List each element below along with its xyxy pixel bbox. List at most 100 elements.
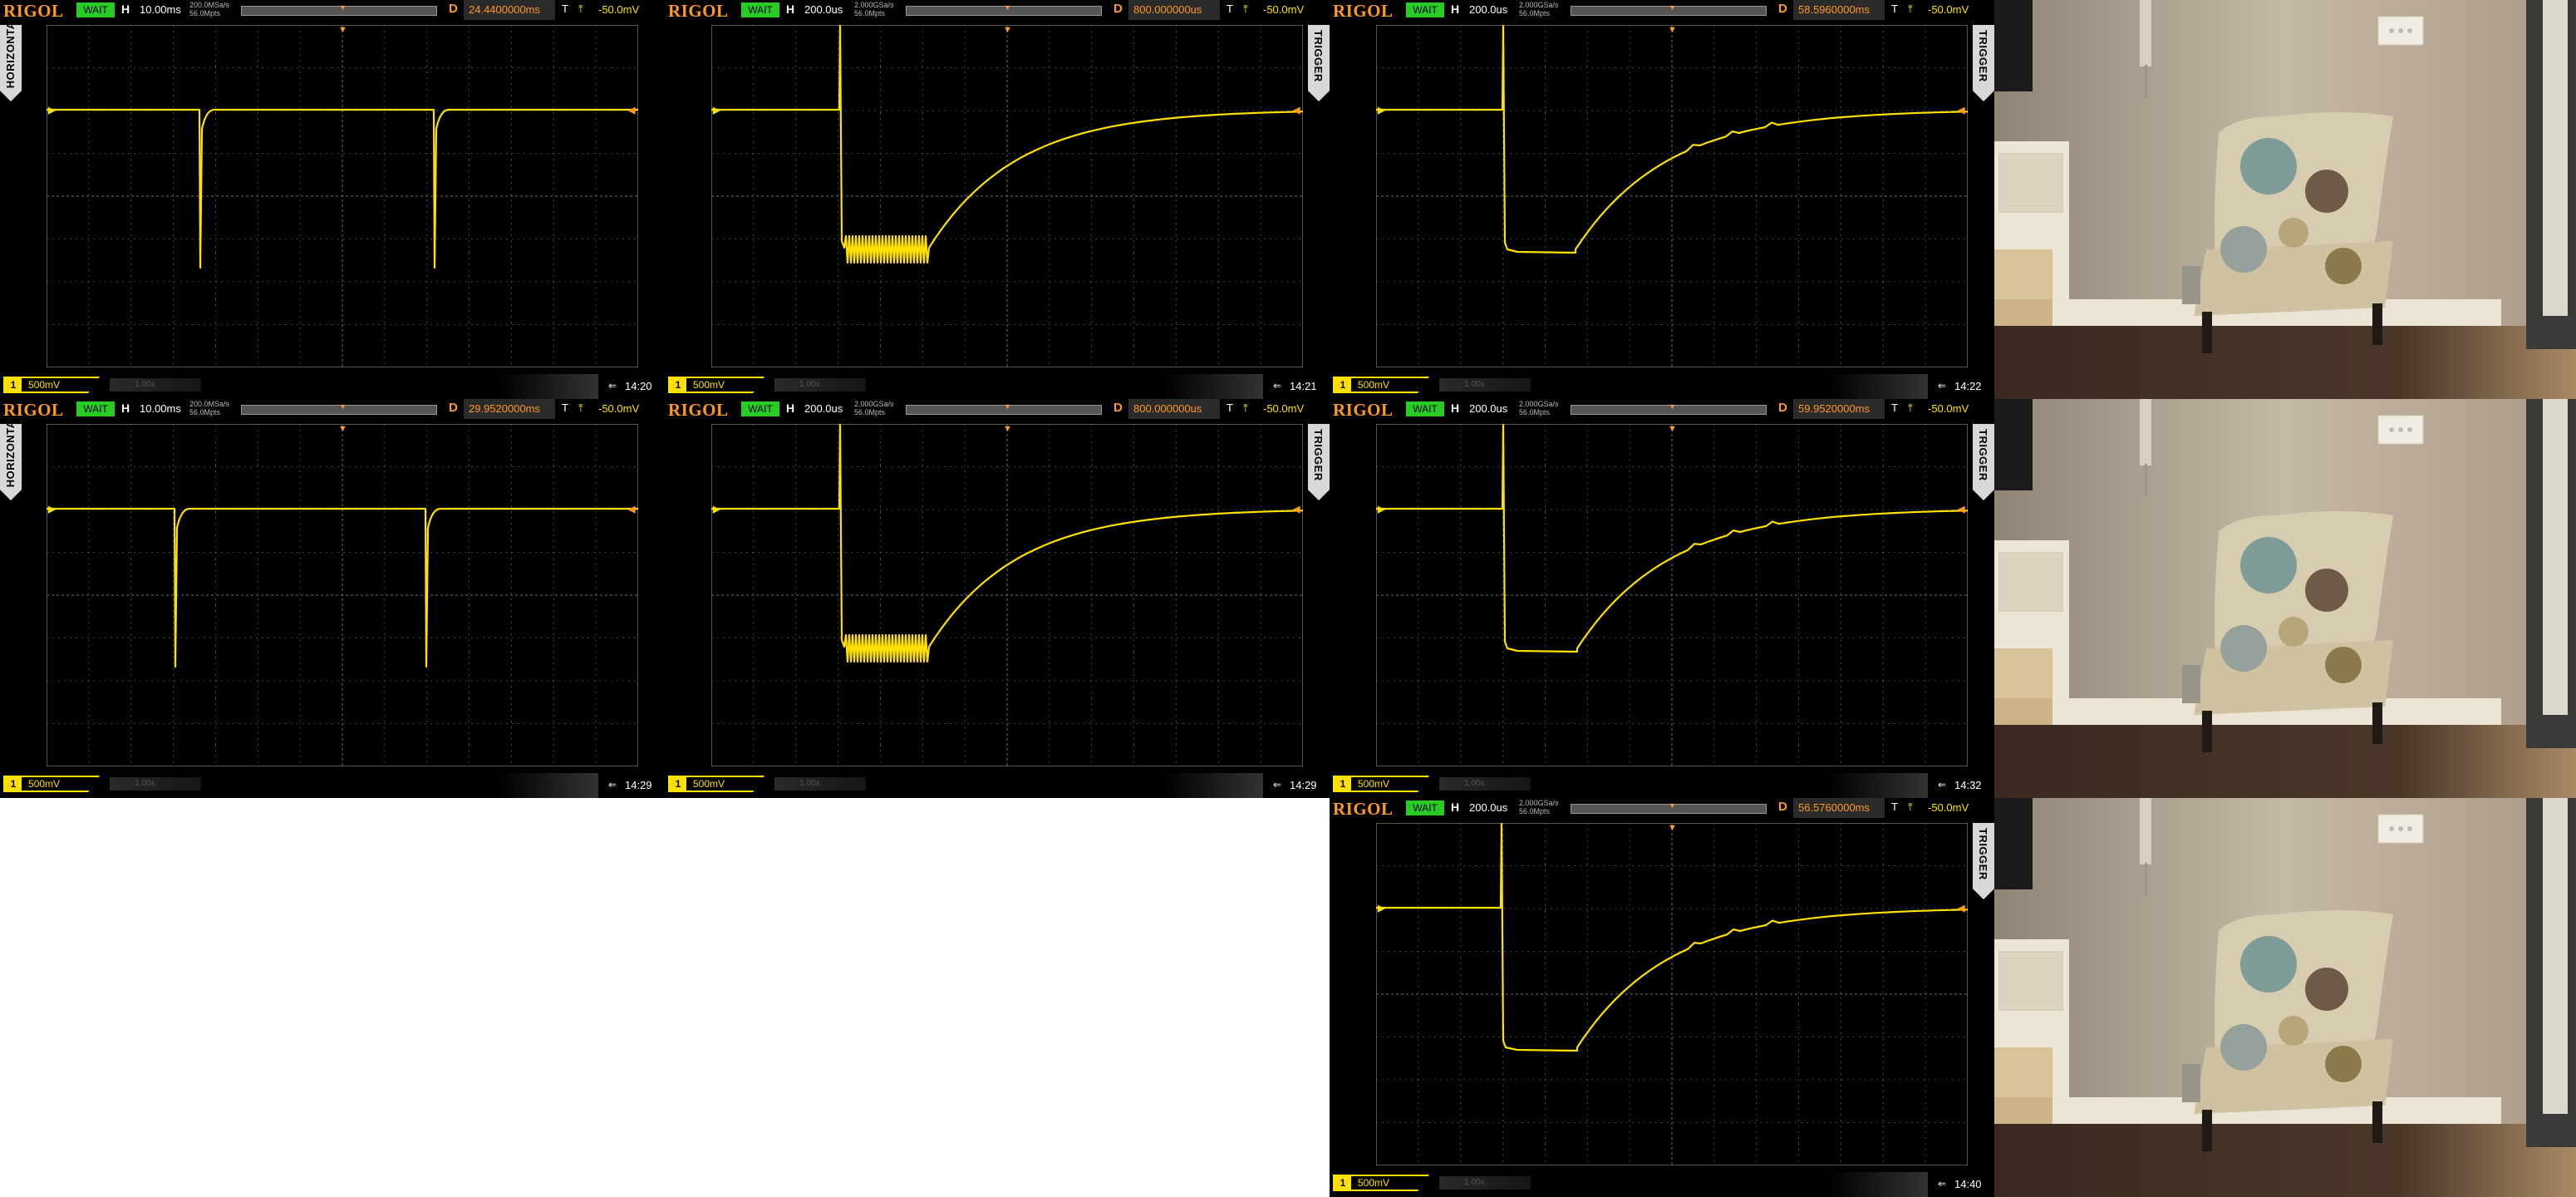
delay-value[interactable]: 24.4400000ms bbox=[464, 0, 555, 20]
delay-label: D bbox=[1778, 2, 1787, 16]
trigger-level-value[interactable]: -50.0mV bbox=[1928, 402, 1969, 415]
trigger-position-marker-icon: ▼ bbox=[339, 3, 347, 12]
side-menu-label: HORIZONTAL bbox=[4, 13, 17, 88]
horizontal-label: H bbox=[786, 401, 795, 415]
timebase-value[interactable]: 200.0us bbox=[1469, 402, 1507, 415]
usb-icon: ⇐ bbox=[608, 779, 617, 791]
trigger-position-marker-icon: ▼ bbox=[1004, 402, 1011, 411]
acquisition-state-badge[interactable]: WAIT bbox=[1406, 2, 1444, 17]
trigger-label: T bbox=[1227, 2, 1233, 15]
channel-1-scale[interactable]: 1 500mV bbox=[3, 776, 100, 792]
scope-bottom-bar: 1 500mV 1.00x ⇐ 14:20 bbox=[0, 374, 665, 399]
acquisition-state-badge[interactable]: WAIT bbox=[1406, 800, 1444, 815]
side-menu-tab[interactable]: TRIGGER bbox=[1973, 424, 1994, 500]
acquisition-state-badge[interactable]: WAIT bbox=[76, 401, 115, 416]
side-menu-tab[interactable]: TRIGGER bbox=[1973, 823, 1994, 899]
acquisition-state-badge[interactable]: WAIT bbox=[741, 401, 779, 416]
clock-time: 14:40 bbox=[1954, 1178, 1982, 1190]
timebase-value[interactable]: 200.0us bbox=[1469, 801, 1507, 814]
acquisition-state-badge[interactable]: WAIT bbox=[76, 2, 115, 17]
acquisition-state-badge[interactable]: WAIT bbox=[741, 2, 779, 17]
scope-bottom-bar: 1 500mV 1.00x ⇐ 14:40 bbox=[1330, 1172, 1994, 1197]
trigger-label: T bbox=[1891, 401, 1898, 414]
trigger-level-marker-icon: ◀ bbox=[1292, 106, 1300, 116]
side-menu-label: HORIZONTAL bbox=[4, 412, 17, 487]
scope-bottom-bar: 1 500mV 1.00x ⇐ 14:29 bbox=[665, 773, 1330, 798]
trigger-position-marker-icon: ▼ bbox=[1669, 801, 1676, 810]
timebase-value[interactable]: 10.00ms bbox=[140, 3, 181, 16]
trigger-label: T bbox=[562, 401, 568, 414]
channel-number: 1 bbox=[1335, 378, 1351, 392]
timebase-value[interactable]: 200.0us bbox=[804, 402, 843, 415]
side-menu-label: TRIGGER bbox=[1977, 828, 1989, 880]
trigger-label: T bbox=[1227, 401, 1233, 414]
memory-waveform-bar[interactable]: ▼ bbox=[241, 402, 437, 415]
inactive-channel-slot: 1.00x bbox=[774, 378, 866, 392]
memory-waveform-bar[interactable]: ▼ bbox=[1571, 3, 1767, 16]
side-menu-label: TRIGGER bbox=[1977, 429, 1989, 481]
memory-waveform-bar[interactable]: ▼ bbox=[906, 3, 1102, 16]
trigger-edge-icon: ⤒ bbox=[578, 2, 583, 15]
delay-value[interactable]: 29.9520000ms bbox=[464, 399, 555, 419]
trigger-level-value[interactable]: -50.0mV bbox=[598, 3, 639, 16]
inactive-channel-slot: 1.00x bbox=[110, 378, 201, 392]
trigger-position-marker-icon: ▼ bbox=[1668, 424, 1677, 434]
room-photo-scene bbox=[1994, 0, 2576, 399]
trigger-level-marker-icon: ◀ bbox=[627, 505, 636, 515]
trigger-label: T bbox=[1891, 2, 1898, 15]
clock-time: 14:22 bbox=[1954, 380, 1982, 392]
usb-icon: ⇐ bbox=[1273, 779, 1282, 791]
side-menu-tab[interactable]: TRIGGER bbox=[1308, 25, 1330, 101]
channel-1-scale[interactable]: 1 500mV bbox=[3, 377, 100, 393]
trigger-position-marker-icon: ▼ bbox=[339, 402, 347, 411]
side-menu-tab[interactable]: HORIZONTAL bbox=[0, 424, 22, 500]
trigger-level-value[interactable]: -50.0mV bbox=[1263, 3, 1304, 16]
timebase-value[interactable]: 200.0us bbox=[804, 3, 843, 16]
channel-1-scale[interactable]: 1 500mV bbox=[668, 377, 764, 393]
delay-value[interactable]: 56.5760000ms bbox=[1793, 798, 1885, 818]
memory-waveform-bar[interactable]: ▼ bbox=[241, 3, 437, 16]
trigger-level-value[interactable]: -50.0mV bbox=[1928, 3, 1969, 16]
sample-rate-memory-depth: 2.000GSa/s 56.0Mpts bbox=[854, 400, 894, 416]
channel-1-scale[interactable]: 1 500mV bbox=[1333, 1175, 1429, 1191]
memory-waveform-bar[interactable]: ▼ bbox=[1571, 402, 1767, 415]
sample-rate-memory-depth: 2.000GSa/s 56.0Mpts bbox=[854, 1, 894, 17]
memory-waveform-bar[interactable]: ▼ bbox=[906, 402, 1102, 415]
memory-waveform-bar[interactable]: ▼ bbox=[1571, 801, 1767, 814]
timebase-value[interactable]: 10.00ms bbox=[140, 402, 181, 415]
scope-screen-4: RIGOL WAIT H 10.00ms 200.0MSa/s 56.0Mpts… bbox=[0, 399, 665, 798]
trigger-position-marker-icon: ▼ bbox=[1668, 823, 1677, 833]
side-menu-label: TRIGGER bbox=[1312, 429, 1325, 481]
clock-time: 14:21 bbox=[1290, 380, 1317, 392]
side-menu-tab[interactable]: TRIGGER bbox=[1973, 25, 1994, 101]
trigger-edge-icon: ⤒ bbox=[1908, 800, 1913, 813]
scope-bottom-bar: 1 500mV 1.00x ⇐ 14:21 bbox=[665, 374, 1330, 399]
side-menu-tab[interactable]: TRIGGER bbox=[1308, 424, 1330, 500]
waveform-plot: ▶ ◀ ▼ bbox=[1376, 25, 1968, 367]
sample-rate-memory-depth: 200.0MSa/s 56.0Mpts bbox=[189, 1, 230, 17]
delay-label: D bbox=[1778, 401, 1787, 415]
delay-value[interactable]: 58.5960000ms bbox=[1793, 0, 1885, 20]
usb-icon: ⇐ bbox=[1938, 380, 1947, 392]
trigger-level-value[interactable]: -50.0mV bbox=[598, 402, 639, 415]
status-area bbox=[1828, 374, 1928, 399]
trigger-level-value[interactable]: -50.0mV bbox=[1263, 402, 1304, 415]
delay-label: D bbox=[1113, 2, 1123, 16]
acquisition-state-badge[interactable]: WAIT bbox=[1406, 401, 1444, 416]
delay-value[interactable]: 800.000000us bbox=[1128, 0, 1220, 20]
delay-value[interactable]: 59.9520000ms bbox=[1793, 399, 1885, 419]
brand-logo: RIGOL bbox=[668, 400, 729, 420]
channel-1-scale[interactable]: 1 500mV bbox=[668, 776, 764, 792]
inactive-channel-slot: 1.00x bbox=[1439, 378, 1531, 392]
trigger-level-value[interactable]: -50.0mV bbox=[1928, 801, 1969, 814]
channel-scale-value: 500mV bbox=[28, 379, 61, 391]
channel-1-scale[interactable]: 1 500mV bbox=[1333, 776, 1429, 792]
trigger-position-marker-icon: ▼ bbox=[1003, 25, 1012, 35]
channel-1-ground-marker-icon: ▶ bbox=[47, 505, 56, 515]
delay-value[interactable]: 800.000000us bbox=[1128, 399, 1220, 419]
side-menu-tab[interactable]: HORIZONTAL bbox=[0, 25, 22, 101]
timebase-value[interactable]: 200.0us bbox=[1469, 3, 1507, 16]
scope-screen-1: RIGOL WAIT H 10.00ms 200.0MSa/s 56.0Mpts… bbox=[0, 0, 665, 399]
sample-rate-memory-depth: 200.0MSa/s 56.0Mpts bbox=[189, 400, 230, 416]
channel-1-scale[interactable]: 1 500mV bbox=[1333, 377, 1429, 393]
